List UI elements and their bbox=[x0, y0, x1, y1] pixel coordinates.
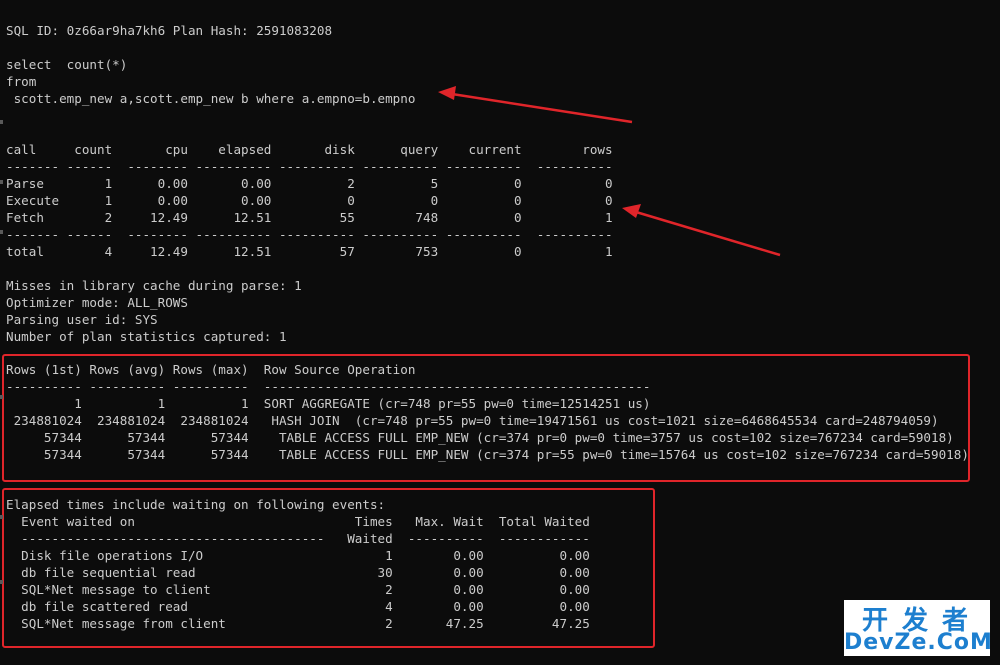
arrow-to-fetch-icon bbox=[622, 204, 781, 257]
arrow-to-query-icon bbox=[438, 86, 633, 124]
window-edge-mark bbox=[0, 395, 3, 399]
terminal-window: SQL ID: 0z66ar9ha7kh6 Plan Hash: 2591083… bbox=[0, 0, 1000, 665]
window-edge-mark bbox=[0, 180, 3, 184]
window-edge-mark bbox=[0, 120, 3, 124]
window-edge-mark bbox=[0, 230, 3, 234]
annotation-arrows bbox=[438, 86, 781, 257]
watermark-en-text: DevZe.CoM bbox=[844, 630, 993, 655]
window-edge-mark bbox=[0, 515, 3, 519]
site-watermark-logo: 开发者 DevZe.CoM bbox=[844, 600, 993, 656]
window-edge-mark bbox=[0, 580, 3, 584]
